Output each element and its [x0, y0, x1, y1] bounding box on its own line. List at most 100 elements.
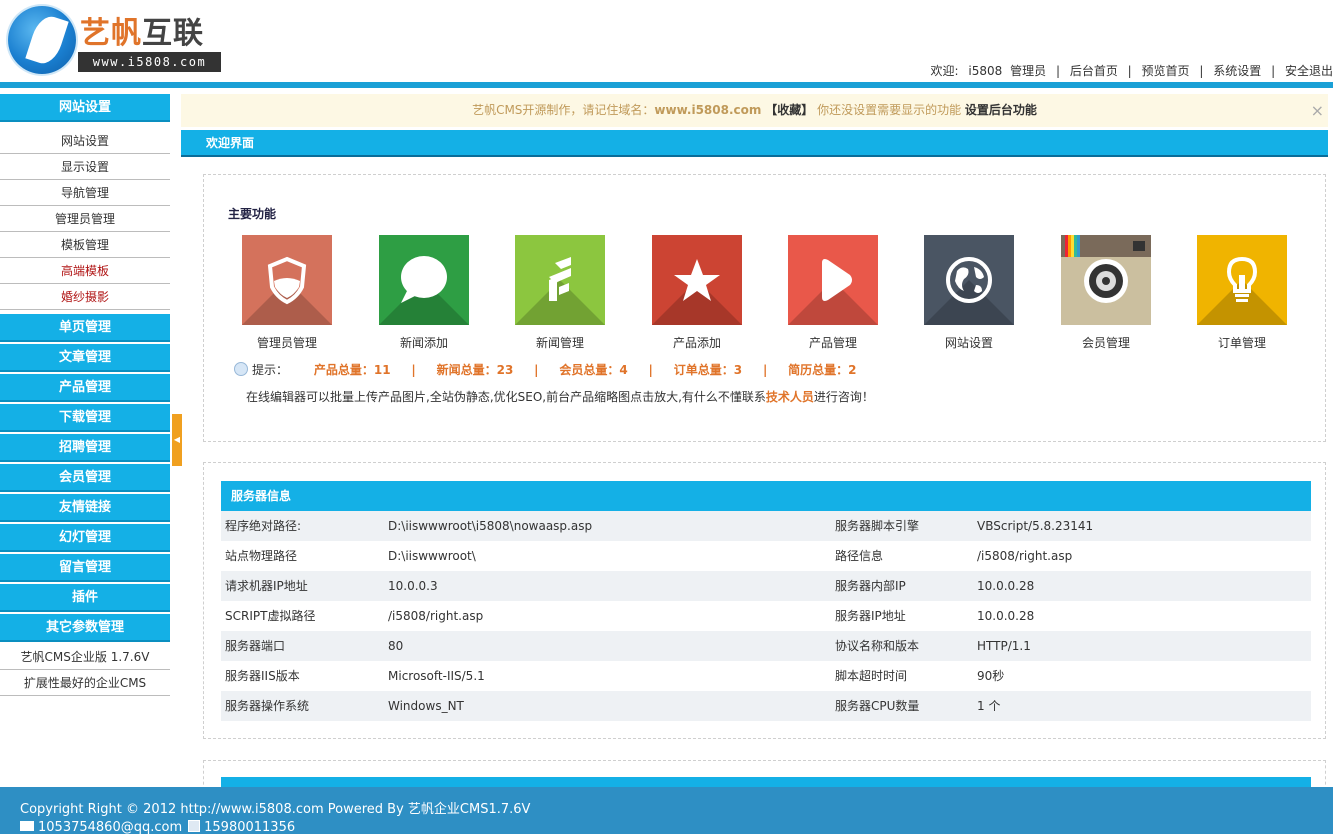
- sidebar-group-downloads[interactable]: 下载管理: [0, 404, 170, 432]
- footer-email: 1053754860@qq.com: [38, 820, 183, 835]
- stat-separator: |: [762, 363, 768, 377]
- role-link[interactable]: 管理员: [1010, 64, 1046, 78]
- table-row: 程序绝对路径: D:\iiswwwroot\i5808\nowaasp.asp 服务…: [221, 511, 1311, 541]
- header-accent-bar: [0, 82, 1333, 88]
- next-panel: [203, 760, 1326, 791]
- welcome-label: 欢迎:: [930, 64, 959, 78]
- function-tiles: 管理员管理 新闻添加 新闻管理 产品添加 产品管理 网站设置 会员管理 订单管理: [242, 235, 1302, 355]
- sidebar-group-friend-links[interactable]: 友情链接: [0, 494, 170, 522]
- row-value: Windows_NT: [388, 699, 464, 713]
- globe-icon: [946, 257, 992, 303]
- sidebar-group-site-settings[interactable]: 网站设置: [0, 94, 170, 122]
- bookmark-link[interactable]: 【收藏】: [765, 103, 813, 117]
- row-key: 服务器CPU数量: [835, 699, 920, 713]
- sidebar-group-messages[interactable]: 留言管理: [0, 554, 170, 582]
- sidebar: 网站设置 网站设置 显示设置 导航管理 管理员管理 模板管理 高端模板 婚纱摄影…: [0, 94, 170, 700]
- footer-copyright: Copyright Right © 2012 http://www.i5808.…: [20, 802, 531, 817]
- tip-bulb-icon: [234, 362, 248, 376]
- sidebar-submenu: 网站设置 显示设置 导航管理 管理员管理 模板管理 高端模板 婚纱摄影: [0, 128, 170, 310]
- nav-link-logout[interactable]: 安全退出: [1285, 64, 1333, 78]
- camera-icon: [1061, 235, 1151, 303]
- phone-icon: [188, 820, 201, 832]
- row-key: 服务器内部IP: [835, 579, 906, 593]
- logo-text: 艺帆互联: [80, 8, 204, 52]
- sidebar-item-nav-manage[interactable]: 导航管理: [0, 180, 170, 206]
- sidebar-group-other-params[interactable]: 其它参数管理: [0, 614, 170, 642]
- sidebar-group-recruitment[interactable]: 招聘管理: [0, 434, 170, 462]
- row-key: 协议名称和版本: [835, 639, 920, 653]
- footer: Copyright Right © 2012 http://www.i5808.…: [0, 787, 1333, 837]
- site-logo[interactable]: 艺帆互联 www.i5808.com: [6, 4, 222, 74]
- notice-text-2: 你还没设置需要显示的功能: [817, 103, 962, 117]
- nav-link-preview-home[interactable]: 预览首页: [1142, 64, 1190, 78]
- notice-text: 艺帆CMS开源制作，请记住域名：: [472, 103, 655, 117]
- tile-member-manage[interactable]: 会员管理: [1061, 235, 1151, 351]
- sidebar-item-template-manage[interactable]: 模板管理: [0, 232, 170, 258]
- tile-news-add[interactable]: 新闻添加: [379, 235, 469, 351]
- tile-admin-manage[interactable]: 管理员管理: [242, 235, 332, 351]
- setup-functions-link[interactable]: 设置后台功能: [965, 103, 1037, 117]
- main-functions-title: 主要功能: [228, 207, 277, 221]
- play-icon: [822, 259, 852, 301]
- sidebar-item-wedding-photo[interactable]: 婚纱摄影: [0, 284, 170, 310]
- row-key: 服务器操作系统: [225, 699, 310, 713]
- sidebar-group-members[interactable]: 会员管理: [0, 464, 170, 492]
- row-key: 站点物理路径: [225, 549, 298, 563]
- tile-label: 管理员管理: [256, 336, 317, 350]
- sidebar-group-single-page[interactable]: 单页管理: [0, 314, 170, 342]
- sidebar-item-display-settings[interactable]: 显示设置: [0, 154, 170, 180]
- stat-resumes: 简历总量：2: [788, 363, 857, 377]
- stat-separator: |: [648, 363, 653, 377]
- table-row: 服务器操作系统 Windows_NT 服务器CPU数量 1 个: [221, 691, 1311, 721]
- tip: 提示：: [234, 362, 288, 377]
- tile-order-manage[interactable]: 订单管理: [1197, 235, 1287, 351]
- sidebar-collapse-toggle[interactable]: ◀: [172, 414, 182, 466]
- main-functions-panel: 主要功能 管理员管理 新闻添加 新闻管理 产品添加 产品管理 网站设置 会员管理…: [203, 174, 1326, 442]
- row-value: 1 个: [977, 699, 1001, 713]
- row-key: 请求机器IP地址: [225, 579, 308, 593]
- row-value: D:\iiswwwroot\: [388, 549, 476, 563]
- stat-products: 产品总量：11: [313, 363, 391, 377]
- nav-separator: |: [1055, 64, 1060, 78]
- tile-product-manage[interactable]: 产品管理: [788, 235, 878, 351]
- row-value: /i5808/right.asp: [388, 609, 484, 623]
- sidebar-group-products[interactable]: 产品管理: [0, 374, 170, 402]
- sidebar-item-premium-templates[interactable]: 高端模板: [0, 258, 170, 284]
- nav-separator: |: [1127, 64, 1132, 78]
- stat-separator: |: [411, 363, 416, 377]
- logo-sail-icon: [8, 6, 76, 74]
- notice-domain[interactable]: www.i5808.com: [654, 103, 761, 117]
- sidebar-group-slideshow[interactable]: 幻灯管理: [0, 524, 170, 552]
- top-nav: 欢迎: i5808 管理员 | 后台首页 | 预览首页 | 系统设置 | 安全退…: [931, 62, 1333, 80]
- tile-site-settings[interactable]: 网站设置: [924, 235, 1014, 351]
- footer-contact: 1053754860@qq.com 15980011356: [20, 819, 1333, 837]
- close-icon[interactable]: ×: [1311, 94, 1324, 127]
- tile-product-add[interactable]: 产品添加: [652, 235, 742, 351]
- stats-line: 提示： 产品总量：11 | 新闻总量：23 | 会员总量：4 | 订单总量：3 …: [234, 361, 857, 378]
- sidebar-slogan: 扩展性最好的企业CMS: [0, 670, 170, 696]
- tile-square: [1197, 235, 1287, 325]
- row-value: HTTP/1.1: [977, 639, 1031, 653]
- sidebar-item-site-settings[interactable]: 网站设置: [0, 128, 170, 154]
- tile-label: 新闻添加: [399, 336, 448, 350]
- nav-link-system-settings[interactable]: 系统设置: [1213, 64, 1261, 78]
- tile-label: 产品管理: [808, 336, 857, 350]
- feed-icon: [549, 257, 571, 301]
- row-value: Microsoft-IIS/5.1: [388, 669, 485, 683]
- description-tail: 进行咨询！: [813, 390, 874, 404]
- tile-news-manage[interactable]: 新闻管理: [515, 235, 605, 351]
- sidebar-group-articles[interactable]: 文章管理: [0, 344, 170, 372]
- nav-link-admin-home[interactable]: 后台首页: [1070, 64, 1118, 78]
- row-value: 80: [388, 639, 404, 653]
- server-info-panel: 服务器信息 程序绝对路径: D:\iiswwwroot\i5808\nowaasp…: [203, 462, 1326, 739]
- footer-phone: 15980011356: [204, 820, 296, 835]
- tile-square: [1061, 235, 1151, 325]
- sidebar-group-plugins[interactable]: 插件: [0, 584, 170, 612]
- sidebar-item-admin-manage[interactable]: 管理员管理: [0, 206, 170, 232]
- tile-square: [924, 235, 1014, 325]
- table-row: 请求机器IP地址 10.0.0.3 服务器内部IP 10.0.0.28: [221, 571, 1311, 601]
- tech-support-link[interactable]: 技术人员: [766, 390, 814, 404]
- row-key: 服务器端口: [225, 639, 286, 653]
- row-key: 脚本超时时间: [835, 669, 908, 683]
- tile-square: [788, 235, 878, 325]
